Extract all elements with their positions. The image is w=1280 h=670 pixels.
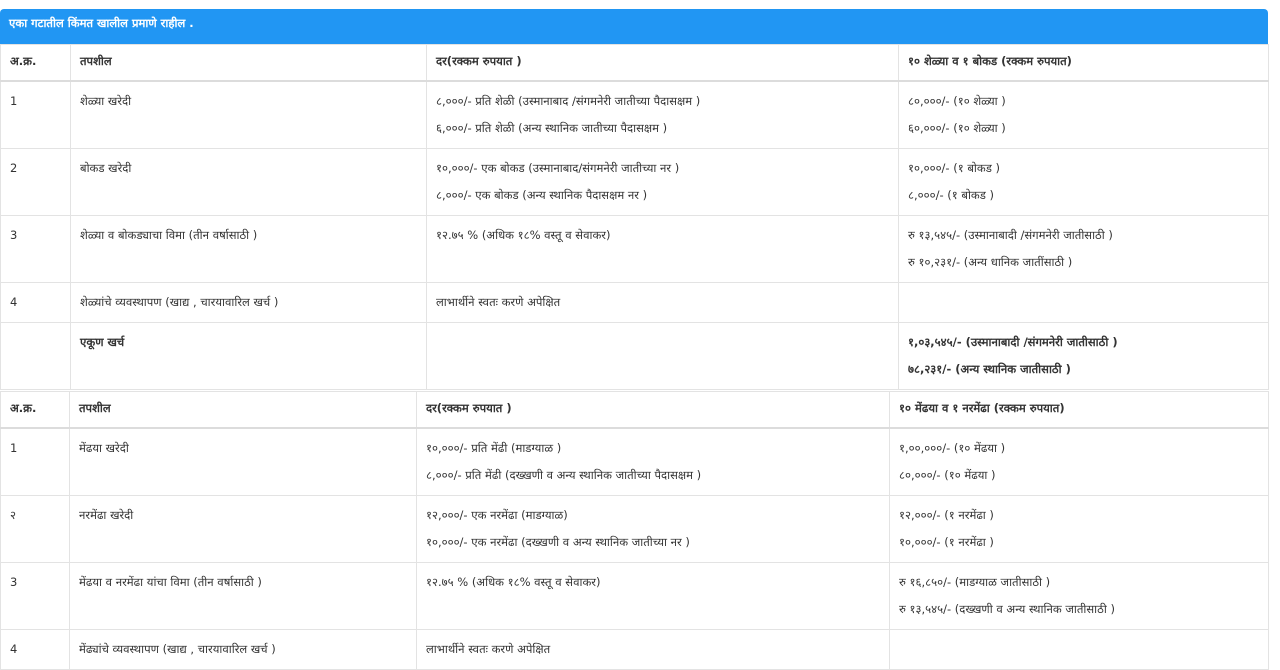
cell-serial xyxy=(0,322,71,390)
table-row: २ नरमेंढा खरेदी १२,०००/- एक नरमेंढा (माड… xyxy=(0,495,1269,563)
cell-detail: मेंढया व नरमेंढा यांचा विमा (तीन वर्षासा… xyxy=(69,562,417,630)
rate-line: १२,०००/- एक नरमेंढा (माडग्याळ) xyxy=(426,508,568,522)
table-row: 3 मेंढया व नरमेंढा यांचा विमा (तीन वर्षा… xyxy=(0,562,1269,630)
rate-line: ६,०००/- प्रति शेळी (अन्य स्थानिक जातीच्य… xyxy=(436,121,668,135)
amount-line: रु १०,२३१/- (अन्य धानिक जातींसाठी ) xyxy=(908,255,1073,269)
cell-amount: १०,०००/- (१ बोकड ) ८,०००/- (१ बोकड ) xyxy=(898,148,1269,216)
amount-line: १,००,०००/- (१० मेंढया ) xyxy=(899,441,1006,455)
cell-serial: 3 xyxy=(0,562,70,630)
rate-line: लाभार्थीने स्वतः करणे अपेक्षित xyxy=(426,642,551,656)
rate-line: ८,०००/- एक बोकड (अन्य स्थानिक पैदासक्षम … xyxy=(436,188,648,202)
total-row: एकूण खर्च १,०३,५४५/- (उस्मानाबादी /संगमन… xyxy=(0,322,1269,390)
col-header-rate: दर(रक्कम रुपयात ) xyxy=(416,391,890,429)
amount-line: रु १३,५४५/- (उस्मानाबादी /संगमनेरी जातीस… xyxy=(908,228,1113,242)
section-banner: एका गटातील किंमत खालील प्रमाणे राहील . xyxy=(0,9,1268,44)
cell-serial: 3 xyxy=(0,215,71,283)
amount-line: १०,०००/- (१ बोकड ) xyxy=(908,161,1001,175)
cell-amount: रु १६,८५०/- (माडग्याळ जातीसाठी ) रु १३,५… xyxy=(889,562,1269,630)
col-header-amount: १० शेळ्या व १ बोकड (रक्कम रुपयात) xyxy=(898,44,1269,82)
rate-line: १०,०००/- प्रति मेंढी (माडग्याळ ) xyxy=(426,441,562,455)
cell-amount: ८०,०००/- (१० शेळ्या ) ६०,०००/- (१० शेळ्य… xyxy=(898,80,1269,149)
total-label: एकूण खर्च xyxy=(70,322,427,390)
amount-line: ८०,०००/- (१० मेंढया ) xyxy=(899,468,996,482)
col-header-serial: अ.क्र. xyxy=(0,44,71,82)
table-row: 1 मेंढया खरेदी १०,०००/- प्रति मेंढी (माड… xyxy=(0,427,1269,496)
cell-detail: बोकड खरेदी xyxy=(70,148,427,216)
cell-serial: 1 xyxy=(0,427,70,496)
col-header-detail: तपशील xyxy=(69,391,417,429)
cell-rate: १०,०००/- प्रति मेंढी (माडग्याळ ) ८,०००/-… xyxy=(416,427,890,496)
cell-rate: १०,०००/- एक बोकड (उस्मानाबाद/संगमनेरी जा… xyxy=(426,148,899,216)
table-row: 4 शेळ्यांचे व्यवस्थापण (खाद्य , चारयावार… xyxy=(0,282,1269,323)
rate-line: ८,०००/- प्रति मेंढी (दख्खणी व अन्य स्थान… xyxy=(426,468,702,482)
cell-serial: 2 xyxy=(0,148,71,216)
rate-line: ८,०००/- प्रति शेळी (उस्मानाबाद /संगमनेरी… xyxy=(436,94,701,108)
col-header-detail: तपशील xyxy=(70,44,427,82)
cell-amount: रु १३,५४५/- (उस्मानाबादी /संगमनेरी जातीस… xyxy=(898,215,1269,283)
sheep-cost-table: अ.क्र. तपशील दर(रक्कम रुपयात ) १० मेंढया… xyxy=(0,391,1269,670)
amount-line: १०,०००/- (१ नरमेंढा ) xyxy=(899,535,994,549)
cell-rate: १२.७५ % (अधिक १८% वस्तू व सेवाकर) xyxy=(416,562,890,630)
page: एका गटातील किंमत खालील प्रमाणे राहील . अ… xyxy=(0,0,1280,670)
cell-rate: १२,०००/- एक नरमेंढा (माडग्याळ) १०,०००/- … xyxy=(416,495,890,563)
rate-line: १०,०००/- एक नरमेंढा (दख्खणी व अन्य स्थान… xyxy=(426,535,690,549)
amount-line: रु १३,५४५/- (दख्खणी व अन्य स्थानिक जातीस… xyxy=(899,602,1115,616)
rate-line: १२.७५ % (अधिक १८% वस्तू व सेवाकर) xyxy=(426,575,601,589)
amount-line: रु १६,८५०/- (माडग्याळ जातीसाठी ) xyxy=(899,575,1051,589)
cell-rate: लाभार्थीने स्वतः करणे अपेक्षित xyxy=(426,282,899,323)
amount-line: ६०,०००/- (१० शेळ्या ) xyxy=(908,121,1006,135)
cell-detail: शेळ्या व बोकड्याचा विमा (तीन वर्षासाठी ) xyxy=(70,215,427,283)
cell-detail: नरमेंढा खरेदी xyxy=(69,495,417,563)
table-row: 3 शेळ्या व बोकड्याचा विमा (तीन वर्षासाठी… xyxy=(0,215,1269,283)
rate-line: १२.७५ % (अधिक १८% वस्तू व सेवाकर) xyxy=(436,228,611,242)
table-header-row: अ.क्र. तपशील दर(रक्कम रुपयात ) १० मेंढया… xyxy=(0,391,1269,429)
cell-detail: शेळ्यांचे व्यवस्थापण (खाद्य , चारयावारिल… xyxy=(70,282,427,323)
table-header-row: अ.क्र. तपशील दर(रक्कम रुपयात ) १० शेळ्या… xyxy=(0,44,1269,82)
cell-serial: २ xyxy=(0,495,70,563)
amount-line: ८०,०००/- (१० शेळ्या ) xyxy=(908,94,1006,108)
cell-rate: ८,०००/- प्रति शेळी (उस्मानाबाद /संगमनेरी… xyxy=(426,80,899,149)
amount-line: ८,०००/- (१ बोकड ) xyxy=(908,188,995,202)
col-header-rate: दर(रक्कम रुपयात ) xyxy=(426,44,899,82)
amount-line: १,०३,५४५/- (उस्मानाबादी /संगमनेरी जातीसा… xyxy=(908,335,1118,349)
cell-serial: 1 xyxy=(0,80,71,149)
cell-detail: मेंढया खरेदी xyxy=(69,427,417,496)
cell-amount: १२,०००/- (१ नरमेंढा ) १०,०००/- (१ नरमेंढ… xyxy=(889,495,1269,563)
amount-line: ७८,२३१/- (अन्य स्थानिक जातीसाठी ) xyxy=(908,362,1071,376)
total-amount: १,०३,५४५/- (उस्मानाबादी /संगमनेरी जातीसा… xyxy=(898,322,1269,390)
table-row: 1 शेळ्या खरेदी ८,०००/- प्रति शेळी (उस्मा… xyxy=(0,80,1269,149)
goat-cost-table: अ.क्र. तपशील दर(रक्कम रुपयात ) १० शेळ्या… xyxy=(0,44,1269,390)
rate-line: १०,०००/- एक बोकड (उस्मानाबाद/संगमनेरी जा… xyxy=(436,161,680,175)
cell-detail: शेळ्या खरेदी xyxy=(70,80,427,149)
cell-amount xyxy=(898,282,1269,323)
col-header-amount: १० मेंढया व १ नरमेंढा (रक्कम रुपयात) xyxy=(889,391,1269,429)
amount-line: १२,०००/- (१ नरमेंढा ) xyxy=(899,508,994,522)
col-header-serial: अ.क्र. xyxy=(0,391,70,429)
cell-serial: 4 xyxy=(0,282,71,323)
table-row: 2 बोकड खरेदी १०,०००/- एक बोकड (उस्मानाबा… xyxy=(0,148,1269,216)
rate-line: लाभार्थीने स्वतः करणे अपेक्षित xyxy=(436,295,561,309)
cell-amount: १,००,०००/- (१० मेंढया ) ८०,०००/- (१० में… xyxy=(889,427,1269,496)
cell-rate: १२.७५ % (अधिक १८% वस्तू व सेवाकर) xyxy=(426,215,899,283)
cell-rate xyxy=(426,322,899,390)
